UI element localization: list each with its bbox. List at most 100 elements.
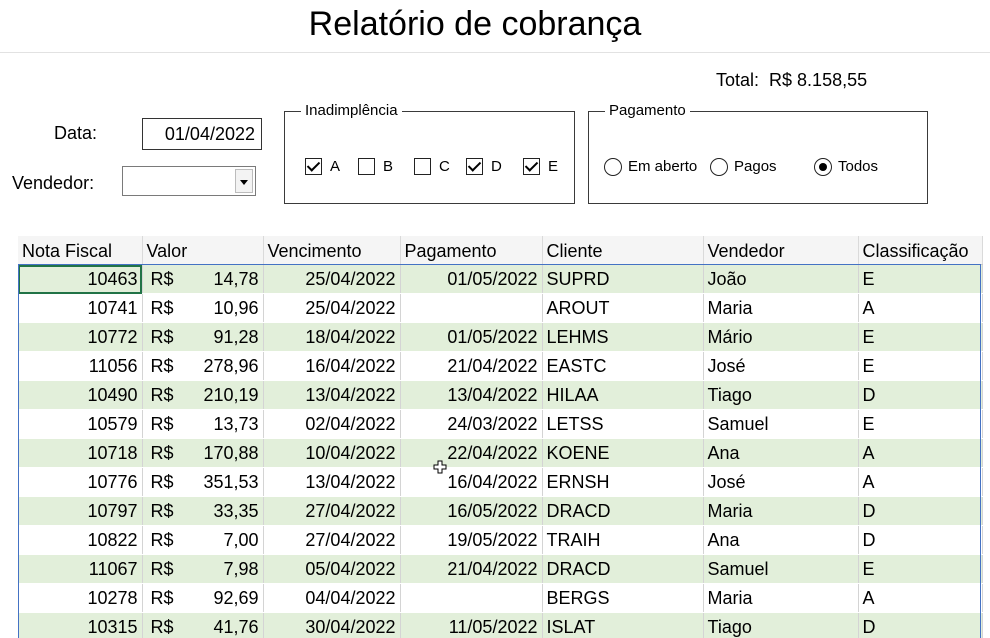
table-cell-cliente[interactable]: SUPRD xyxy=(542,264,704,294)
table-row[interactable]: 10822 R$ 7,00 27/04/2022 19/05/2022 TRAIH Ana D xyxy=(18,525,983,555)
table-row[interactable]: 10776 R$ 351,53 13/04/2022 16/04/2022 ERNSH Jo… xyxy=(18,467,983,497)
table-cell-vencimento[interactable]: 05/04/2022 xyxy=(263,554,401,584)
table-cell-nota[interactable]: 10822 xyxy=(18,525,143,555)
table-cell-vendedor[interactable]: José xyxy=(703,467,859,497)
table-cell-cliente[interactable]: LEHMS xyxy=(542,322,704,352)
table-cell-pagamento[interactable]: 16/04/2022 xyxy=(400,467,543,497)
table-cell-vencimento[interactable]: 04/04/2022 xyxy=(263,583,401,613)
seller-combobox[interactable] xyxy=(122,166,256,196)
table-row[interactable]: 10718 R$ 170,88 10/04/2022 22/04/2022 KOENE An… xyxy=(18,438,983,468)
table-row[interactable]: 11067 R$ 7,98 05/04/2022 21/04/2022 DRACD Samu… xyxy=(18,554,983,584)
table-cell-classificacao[interactable]: E xyxy=(858,554,983,584)
table-cell-valor[interactable]: R$ 278,96 xyxy=(142,351,264,381)
checkbox-box[interactable] xyxy=(523,158,540,175)
table-cell-cliente[interactable]: ISLAT xyxy=(542,612,704,638)
checkbox-box[interactable] xyxy=(305,158,322,175)
table-cell-valor[interactable]: R$ 92,69 xyxy=(142,583,264,613)
table-cell-vendedor[interactable]: José xyxy=(703,351,859,381)
table-cell-valor[interactable]: R$ 210,19 xyxy=(142,380,264,410)
table-cell-classificacao[interactable]: A xyxy=(858,467,983,497)
table-cell-classificacao[interactable]: A xyxy=(858,293,983,323)
table-cell-pagamento[interactable]: 21/04/2022 xyxy=(400,351,543,381)
table-cell-classificacao[interactable]: D xyxy=(858,612,983,638)
table-cell-pagamento[interactable]: 21/04/2022 xyxy=(400,554,543,584)
column-header[interactable]: Cliente xyxy=(542,236,704,265)
column-header[interactable]: Vencimento xyxy=(263,236,401,265)
column-header[interactable]: Nota Fiscal xyxy=(18,236,143,265)
table-cell-cliente[interactable]: AROUT xyxy=(542,293,704,323)
table-cell-vencimento[interactable]: 25/04/2022 xyxy=(263,264,401,294)
table-cell-classificacao[interactable]: E xyxy=(858,409,983,439)
radio-circle[interactable] xyxy=(710,158,728,176)
table-cell-cliente[interactable]: ERNSH xyxy=(542,467,704,497)
table-cell-nota[interactable]: 10579 xyxy=(18,409,143,439)
table-cell-pagamento[interactable]: 01/05/2022 xyxy=(400,322,543,352)
table-row[interactable]: 10490 R$ 210,19 13/04/2022 13/04/2022 HILAA Ti… xyxy=(18,380,983,410)
table-cell-nota[interactable]: 10741 xyxy=(18,293,143,323)
table-row[interactable]: 10772 R$ 91,28 18/04/2022 01/05/2022 LEHMS Már… xyxy=(18,322,983,352)
table-cell-pagamento[interactable]: 24/03/2022 xyxy=(400,409,543,439)
checkbox-box[interactable] xyxy=(466,158,483,175)
table-row[interactable]: 10315 R$ 41,76 30/04/2022 11/05/2022 ISLAT Tia… xyxy=(18,612,983,638)
table-cell-classificacao[interactable]: E xyxy=(858,264,983,294)
table-cell-valor[interactable]: R$ 351,53 xyxy=(142,467,264,497)
table-cell-pagamento[interactable]: 11/05/2022 xyxy=(400,612,543,638)
table-cell-cliente[interactable]: DRACD xyxy=(542,496,704,526)
table-row[interactable]: 10741 R$ 10,96 25/04/2022 AROUT Maria A xyxy=(18,293,983,323)
table-cell-cliente[interactable]: BERGS xyxy=(542,583,704,613)
table-cell-vencimento[interactable]: 30/04/2022 xyxy=(263,612,401,638)
table-cell-vendedor[interactable]: Tiago xyxy=(703,612,859,638)
table-cell-vencimento[interactable]: 10/04/2022 xyxy=(263,438,401,468)
table-cell-classificacao[interactable]: E xyxy=(858,351,983,381)
table-cell-vendedor[interactable]: Mário xyxy=(703,322,859,352)
table-cell-vencimento[interactable]: 13/04/2022 xyxy=(263,380,401,410)
table-cell-vencimento[interactable]: 27/04/2022 xyxy=(263,496,401,526)
table-cell-nota[interactable]: 10797 xyxy=(18,496,143,526)
table-cell-cliente[interactable]: EASTC xyxy=(542,351,704,381)
checkbox-box[interactable] xyxy=(414,158,431,175)
table-cell-cliente[interactable]: KOENE xyxy=(542,438,704,468)
date-field[interactable]: 01/04/2022 xyxy=(142,118,262,150)
table-cell-valor[interactable]: R$ 10,96 xyxy=(142,293,264,323)
table-cell-vencimento[interactable]: 25/04/2022 xyxy=(263,293,401,323)
table-row[interactable]: 10797 R$ 33,35 27/04/2022 16/05/2022 DRACD Mar… xyxy=(18,496,983,526)
column-header[interactable]: Pagamento xyxy=(400,236,543,265)
table-cell-cliente[interactable]: LETSS xyxy=(542,409,704,439)
chevron-down-icon[interactable] xyxy=(235,169,253,193)
table-cell-pagamento[interactable]: 19/05/2022 xyxy=(400,525,543,555)
table-cell-cliente[interactable]: DRACD xyxy=(542,554,704,584)
table-cell-pagamento[interactable]: 22/04/2022 xyxy=(400,438,543,468)
table-cell-cliente[interactable]: HILAA xyxy=(542,380,704,410)
table-cell-classificacao[interactable]: D xyxy=(858,496,983,526)
table-cell-nota[interactable]: 10463 xyxy=(18,264,143,294)
table-cell-nota[interactable]: 11067 xyxy=(18,554,143,584)
table-cell-classificacao[interactable]: E xyxy=(858,322,983,352)
table-cell-vencimento[interactable]: 16/04/2022 xyxy=(263,351,401,381)
table-cell-vendedor[interactable]: Samuel xyxy=(703,554,859,584)
table-cell-vencimento[interactable]: 02/04/2022 xyxy=(263,409,401,439)
table-cell-nota[interactable]: 10718 xyxy=(18,438,143,468)
table-cell-vencimento[interactable]: 18/04/2022 xyxy=(263,322,401,352)
table-cell-vencimento[interactable]: 27/04/2022 xyxy=(263,525,401,555)
radio-circle[interactable] xyxy=(814,158,832,176)
table-cell-vendedor[interactable]: Ana xyxy=(703,525,859,555)
table-cell-nota[interactable]: 10490 xyxy=(18,380,143,410)
column-header[interactable]: Classificação xyxy=(858,236,983,265)
table-cell-vendedor[interactable]: João xyxy=(703,264,859,294)
table-row[interactable]: 10278 R$ 92,69 04/04/2022 BERGS Maria A xyxy=(18,583,983,613)
table-cell-valor[interactable]: R$ 7,00 xyxy=(142,525,264,555)
table-cell-classificacao[interactable]: D xyxy=(858,380,983,410)
table-cell-pagamento[interactable]: 01/05/2022 xyxy=(400,264,543,294)
checkbox-box[interactable] xyxy=(358,158,375,175)
table-cell-valor[interactable]: R$ 170,88 xyxy=(142,438,264,468)
table-cell-valor[interactable]: R$ 91,28 xyxy=(142,322,264,352)
table-row[interactable]: 11056 R$ 278,96 16/04/2022 21/04/2022 EASTC Jo… xyxy=(18,351,983,381)
table-row[interactable]: 10463 R$ 14,78 25/04/2022 01/05/2022 SUPRD Joã… xyxy=(18,264,983,294)
table-cell-vendedor[interactable]: Tiago xyxy=(703,380,859,410)
table-cell-classificacao[interactable]: D xyxy=(858,525,983,555)
table-cell-vendedor[interactable]: Maria xyxy=(703,496,859,526)
table-cell-nota[interactable]: 10772 xyxy=(18,322,143,352)
table-cell-valor[interactable]: R$ 33,35 xyxy=(142,496,264,526)
column-header[interactable]: Vendedor xyxy=(703,236,859,265)
table-cell-vendedor[interactable]: Maria xyxy=(703,583,859,613)
